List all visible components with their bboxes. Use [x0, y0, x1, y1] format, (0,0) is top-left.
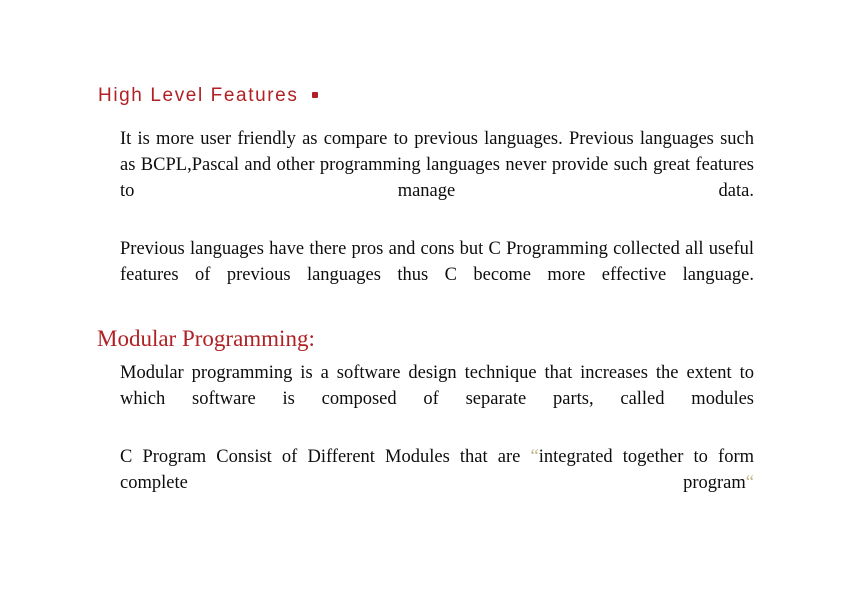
paragraph-text: Modular programming is a software design… [120, 363, 754, 409]
paragraph-modular-programming-2: C Program Consist of Different Modules t… [120, 445, 754, 522]
section-heading-modular-programming: Modular Programming: [97, 325, 315, 353]
square-bullet-icon [312, 92, 319, 98]
paragraph-text-with-quotes: C Program Consist of Different Modules t… [120, 447, 754, 519]
paragraph-modular-programming-1: Modular programming is a software design… [120, 361, 754, 438]
paragraph-high-level-features-2: Previous languages have there pros and c… [120, 237, 754, 314]
paragraph-text-before-quote: C Program Consist of Different Modules t… [120, 447, 531, 467]
section-heading-text: High Level Features [98, 85, 299, 106]
section-heading-high-level-features: High Level Features [98, 84, 319, 108]
paragraph-high-level-features-1: It is more user friendly as compare to p… [120, 127, 754, 230]
open-quote-icon: “ [530, 447, 539, 467]
slide-canvas: High Level Features It is more user frie… [0, 0, 842, 595]
section-heading-text: Modular Programming: [97, 326, 315, 351]
paragraph-text: Previous languages have there pros and c… [120, 239, 754, 285]
close-quote-icon: “ [745, 472, 754, 493]
paragraph-text: It is more user friendly as compare to p… [120, 129, 754, 201]
